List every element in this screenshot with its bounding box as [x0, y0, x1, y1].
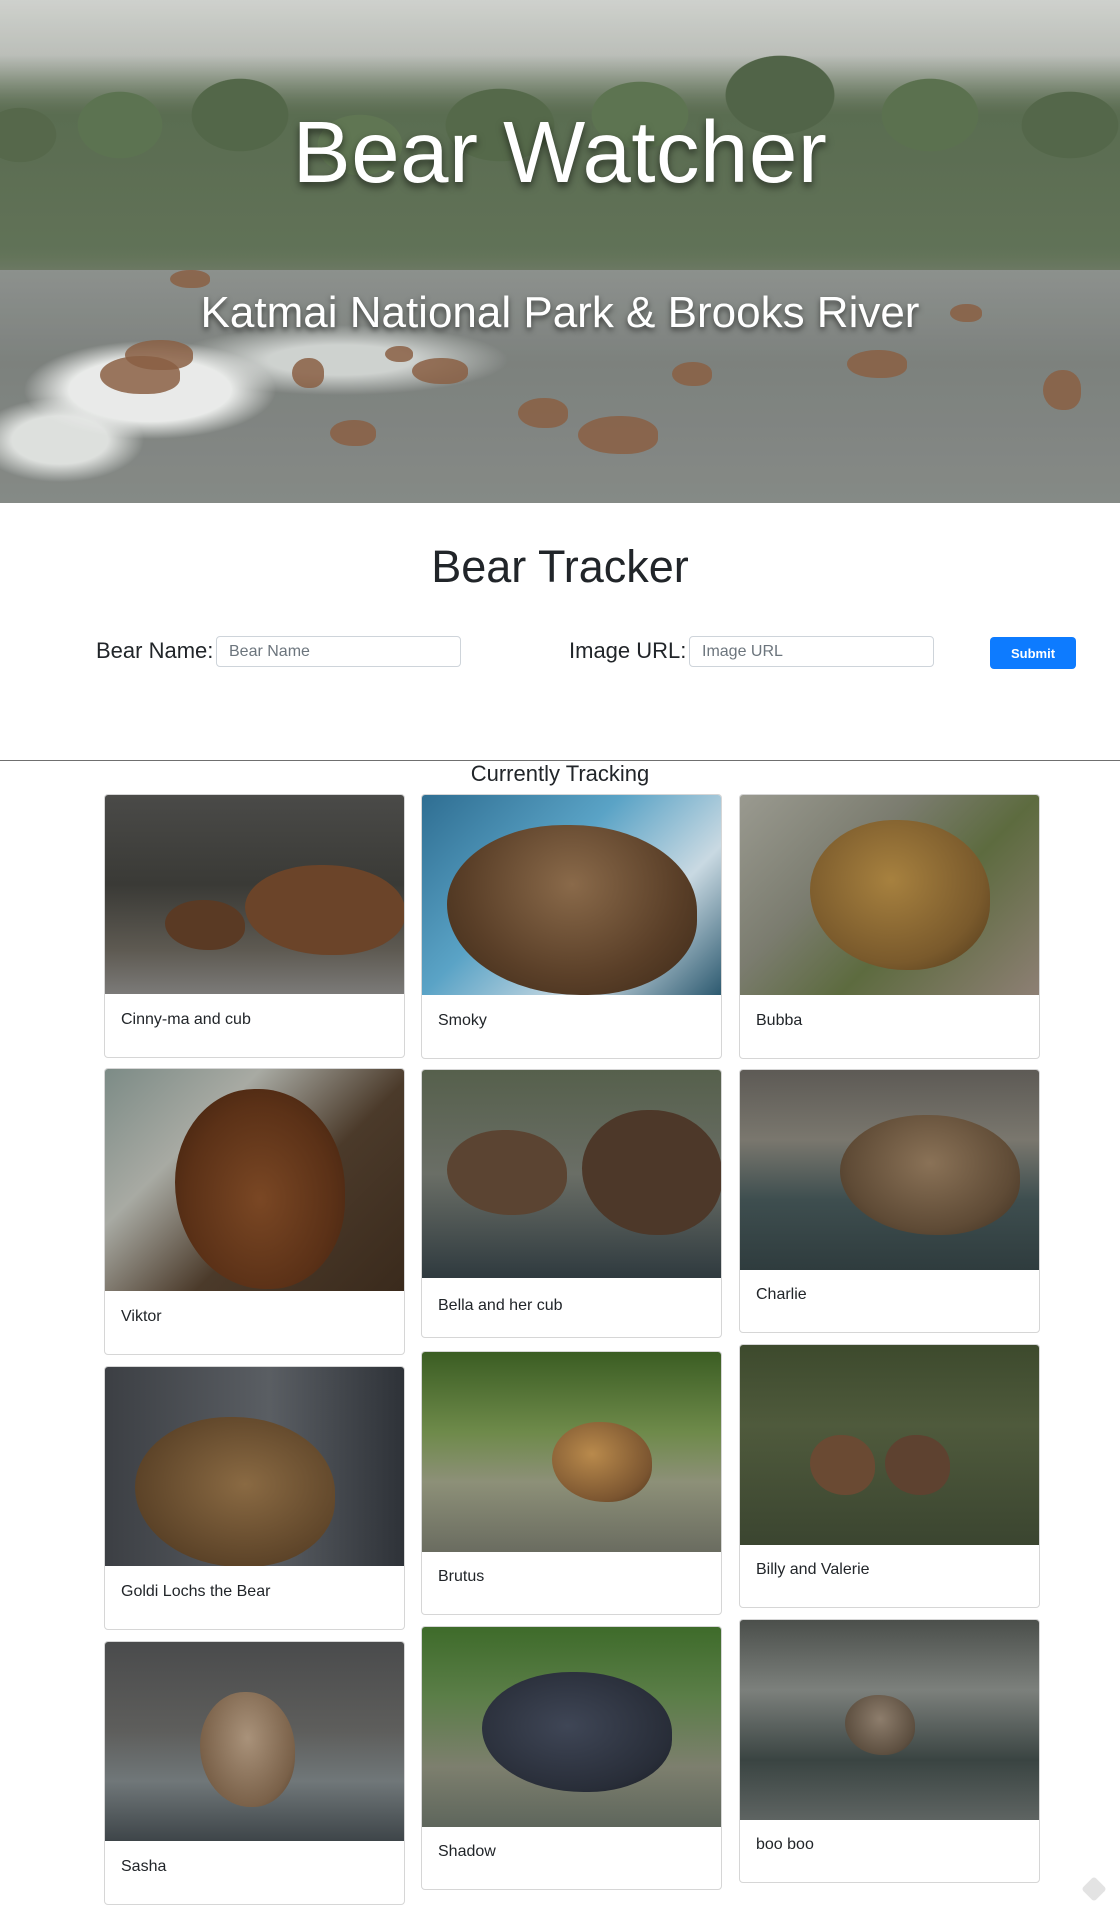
bear-figure — [447, 1130, 567, 1215]
bear-figure — [582, 1110, 721, 1235]
submit-button[interactable]: Submit — [990, 637, 1076, 669]
bear-figure — [885, 1435, 950, 1495]
bear-card-name: Billy and Valerie — [756, 1561, 870, 1578]
bear-name-label: Bear Name: — [96, 638, 214, 663]
page-title: Bear Watcher — [292, 104, 828, 201]
bear-card[interactable]: Shadow — [421, 1626, 722, 1890]
bear-card[interactable]: Cinny-ma and cub — [104, 794, 405, 1058]
bear-card[interactable]: Smoky — [421, 794, 722, 1059]
bear-card-name: Bubba — [756, 1012, 803, 1029]
bear-figure — [482, 1672, 672, 1792]
bear-card-name: boo boo — [756, 1836, 814, 1853]
bear-figure — [840, 1115, 1020, 1235]
bear-card[interactable]: boo boo — [739, 1619, 1040, 1883]
bear-card[interactable]: Bella and her cub — [421, 1069, 722, 1338]
bear-card[interactable]: Viktor — [104, 1068, 405, 1355]
bear-figure — [200, 1692, 295, 1807]
bear-card-name: Smoky — [438, 1012, 487, 1029]
bear-figure — [245, 865, 404, 955]
bear-photo — [105, 1367, 404, 1566]
bear-figure — [552, 1422, 652, 1502]
bear-figure — [845, 1695, 915, 1755]
bear-photo — [422, 1627, 721, 1827]
image-url-label: Image URL: — [569, 638, 687, 663]
bear-card-name: Goldi Lochs the Bear — [121, 1583, 271, 1600]
bear-card-name: Viktor — [121, 1308, 162, 1325]
bear-card[interactable]: Goldi Lochs the Bear — [104, 1366, 405, 1630]
bear-photo — [740, 1070, 1039, 1270]
bear-photo — [105, 795, 404, 994]
bear-photo — [422, 795, 721, 995]
bear-photo — [422, 1352, 721, 1552]
hero-banner: Bear Watcher Katmai National Park & Broo… — [0, 0, 1120, 503]
bear-card[interactable]: Charlie — [739, 1069, 1040, 1333]
bear-photo — [740, 1620, 1039, 1820]
bear-card-name: Sasha — [121, 1858, 167, 1875]
page-subtitle: Katmai National Park & Brooks River — [200, 288, 920, 337]
bear-photo — [740, 1345, 1039, 1545]
bear-card[interactable]: Bubba — [739, 794, 1040, 1059]
bear-card-name: Shadow — [438, 1843, 496, 1860]
bear-figure — [810, 1435, 875, 1495]
diamond-icon — [1081, 1876, 1107, 1902]
bear-figure — [175, 1089, 345, 1289]
bear-photo — [105, 1069, 404, 1291]
bear-card[interactable]: Sasha — [104, 1641, 405, 1905]
bear-card-name: Cinny-ma and cub — [121, 1011, 251, 1028]
bear-card-name: Charlie — [756, 1286, 807, 1303]
image-url-input[interactable] — [689, 636, 934, 667]
bear-figure — [165, 900, 245, 950]
bear-figure — [810, 820, 990, 970]
bear-name-input[interactable] — [216, 636, 461, 667]
bear-figure — [447, 825, 697, 995]
bear-card[interactable]: Brutus — [421, 1351, 722, 1615]
bear-card[interactable]: Billy and Valerie — [739, 1344, 1040, 1608]
hero-overlay — [0, 0, 1120, 503]
bear-figure — [135, 1417, 335, 1566]
bear-card-name: Bella and her cub — [438, 1297, 563, 1314]
tracker-heading: Bear Tracker — [431, 541, 689, 592]
bear-card-name: Brutus — [438, 1568, 485, 1585]
tracking-heading: Currently Tracking — [470, 761, 650, 786]
bear-photo — [422, 1070, 721, 1278]
bear-photo — [105, 1642, 404, 1841]
bear-photo — [740, 795, 1039, 995]
